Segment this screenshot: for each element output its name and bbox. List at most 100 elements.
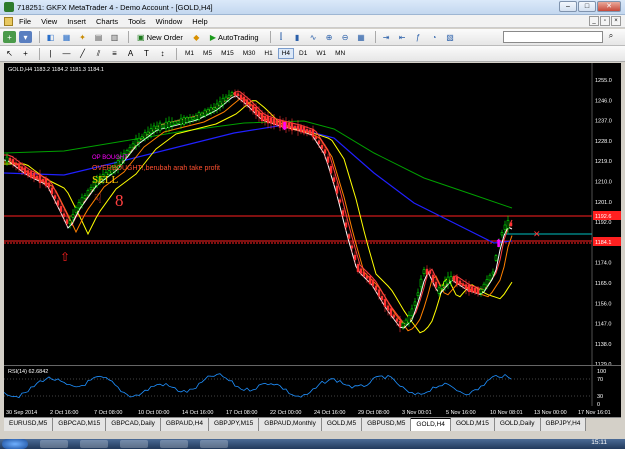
mdi-minimize-button[interactable]: _	[589, 16, 599, 26]
text-icon[interactable]: A	[124, 48, 137, 60]
timeframe-h1[interactable]: H1	[260, 48, 276, 59]
mdi-close-button[interactable]: ×	[611, 16, 621, 26]
time-label: 7 Oct 08:00	[94, 410, 122, 416]
candle-body	[251, 104, 255, 112]
tab-gold-m5[interactable]: GOLD,M5	[321, 418, 363, 431]
candlesticks	[5, 89, 513, 333]
new-chart-icon[interactable]: +	[3, 31, 16, 43]
arrows-icon[interactable]: ↕	[156, 48, 169, 60]
cursor-icon[interactable]: ↖	[3, 48, 16, 60]
timeframe-w1[interactable]: W1	[312, 48, 330, 59]
trendline-icon[interactable]: ╱	[76, 48, 89, 60]
windows-taskbar: 15:11	[0, 439, 625, 449]
tab-gold-daily[interactable]: GOLD,Daily	[494, 418, 541, 431]
timeframe-d1[interactable]: D1	[295, 48, 311, 59]
tester-icon[interactable]: ▥	[108, 31, 121, 43]
zoom-in-icon[interactable]: ⊕	[323, 31, 336, 43]
tab-gbpjpy-m15[interactable]: GBPJPY,M15	[209, 418, 260, 431]
fibonacci-icon[interactable]: ≡	[108, 48, 121, 60]
menu-help[interactable]: Help	[192, 17, 207, 26]
timeframe-m30[interactable]: M30	[239, 48, 260, 59]
minimize-button[interactable]: –	[559, 1, 577, 12]
candle-body	[305, 129, 309, 133]
market-watch-icon[interactable]: ◧	[44, 31, 57, 43]
maximize-button[interactable]: □	[578, 1, 596, 12]
tab-gold-m15[interactable]: GOLD,M15	[450, 418, 495, 431]
timeframe-m15[interactable]: M15	[217, 48, 238, 59]
zoom-out-icon[interactable]: ⊖	[339, 31, 352, 43]
title-bar: 718251: GKFX MetaTrader 4 - Demo Account…	[0, 0, 625, 15]
menu-tools[interactable]: Tools	[128, 17, 146, 26]
periods-icon[interactable]: ◔	[428, 31, 441, 43]
candle-body	[317, 140, 321, 145]
timeframe-mn[interactable]: MN	[331, 48, 349, 59]
taskbar-item-metatrader[interactable]	[160, 440, 188, 448]
data-window-icon[interactable]: ▦	[60, 31, 73, 43]
search-input[interactable]	[503, 31, 603, 43]
timeframe-m5[interactable]: M5	[199, 48, 216, 59]
candle-body	[314, 136, 318, 139]
timeframe-m1[interactable]: M1	[181, 48, 198, 59]
menu-file[interactable]: File	[19, 17, 31, 26]
candlesticks-icon[interactable]: ▮	[291, 31, 304, 43]
timeframe-h4[interactable]: H4	[277, 48, 294, 59]
rsi-indicator-panel[interactable]: RSI(14) 62.6842 100 70 30 0	[4, 365, 621, 406]
terminal-icon[interactable]: ▤	[92, 31, 105, 43]
tab-gbpjpy-h4[interactable]: GBPJPY,H4	[540, 418, 587, 431]
candle-body	[137, 137, 141, 143]
candle-body	[329, 165, 333, 174]
search-icon[interactable]: ⌕	[605, 31, 617, 43]
taskbar-item-explorer[interactable]	[40, 440, 68, 448]
navigator-icon[interactable]: ✦	[76, 31, 89, 43]
auto-scroll-icon[interactable]: ⇥	[380, 31, 393, 43]
menu-insert[interactable]: Insert	[67, 17, 86, 26]
mdi-restore-button[interactable]: ▫	[600, 16, 610, 26]
horizontal-line-icon[interactable]: —	[60, 48, 73, 60]
signal-digit: 8	[115, 191, 124, 210]
tab-gold-h4[interactable]: GOLD,H4	[411, 418, 451, 431]
tab-eurusd-m5[interactable]: EURUSD,M5	[4, 418, 54, 431]
crosshair-icon[interactable]: +	[19, 48, 32, 60]
metaeditor-icon[interactable]: ◆	[190, 31, 203, 43]
candle-body	[389, 308, 393, 316]
tab-gbpaud-h4[interactable]: GBPAUD,H4	[160, 418, 210, 431]
time-axis[interactable]: 30 Sep 2014 2 Oct 16:00 7 Oct 08:00 10 Oct …	[4, 406, 621, 417]
taskbar-item-browser[interactable]	[80, 440, 108, 448]
candle-body	[431, 274, 435, 283]
candle-body	[488, 274, 492, 281]
candle-body	[467, 284, 471, 293]
new-order-button[interactable]: ▣ New Order	[133, 31, 187, 44]
start-button[interactable]	[2, 439, 28, 449]
bar-chart-icon[interactable]: ⫿	[275, 31, 288, 43]
chart-shift-icon[interactable]: ⇤	[396, 31, 409, 43]
close-button[interactable]: ✕	[597, 1, 621, 12]
taskbar-item-app[interactable]	[200, 440, 228, 448]
indicators-icon[interactable]: ƒ	[412, 31, 425, 43]
candle-body	[176, 120, 180, 124]
candle-body	[479, 289, 483, 294]
tile-windows-icon[interactable]: ▦	[355, 31, 368, 43]
menu-window[interactable]: Window	[156, 17, 183, 26]
templates-icon[interactable]: ▧	[444, 31, 457, 43]
candle-body	[236, 93, 240, 97]
menu-view[interactable]: View	[41, 17, 57, 26]
candle-body	[140, 136, 144, 140]
price-chart[interactable]: GOLD,H4 1183.2 1184.2 1181.3 1184.1 ✕ OP…	[4, 63, 621, 365]
line-chart-icon[interactable]: ∿	[307, 31, 320, 43]
tab-gbpcad-daily[interactable]: GBPCAD,Daily	[106, 418, 161, 431]
profiles-icon[interactable]: ▾	[19, 31, 32, 43]
candle-body	[485, 279, 489, 286]
tab-gbpaud-monthly[interactable]: GBPAUD,Monthly	[259, 418, 322, 431]
text-label-icon[interactable]: T	[140, 48, 153, 60]
vertical-line-icon[interactable]: |	[44, 48, 57, 60]
autotrading-button[interactable]: ▶ AutoTrading	[206, 31, 263, 44]
candle-body	[458, 280, 462, 285]
time-label: 29 Oct 08:00	[358, 410, 390, 416]
menu-charts[interactable]: Charts	[96, 17, 118, 26]
taskbar-item-chrome[interactable]	[120, 440, 148, 448]
candle-body	[182, 116, 186, 125]
tab-gbpcad-m15[interactable]: GBPCAD,M15	[53, 418, 107, 431]
tab-gbpusd-m5[interactable]: GBPUSD,M5	[362, 418, 412, 431]
equidistant-channel-icon[interactable]: ⫽	[92, 48, 105, 60]
price-chart-canvas[interactable]: GOLD,H4 1183.2 1184.2 1181.3 1184.1 ✕ OP…	[4, 63, 621, 365]
